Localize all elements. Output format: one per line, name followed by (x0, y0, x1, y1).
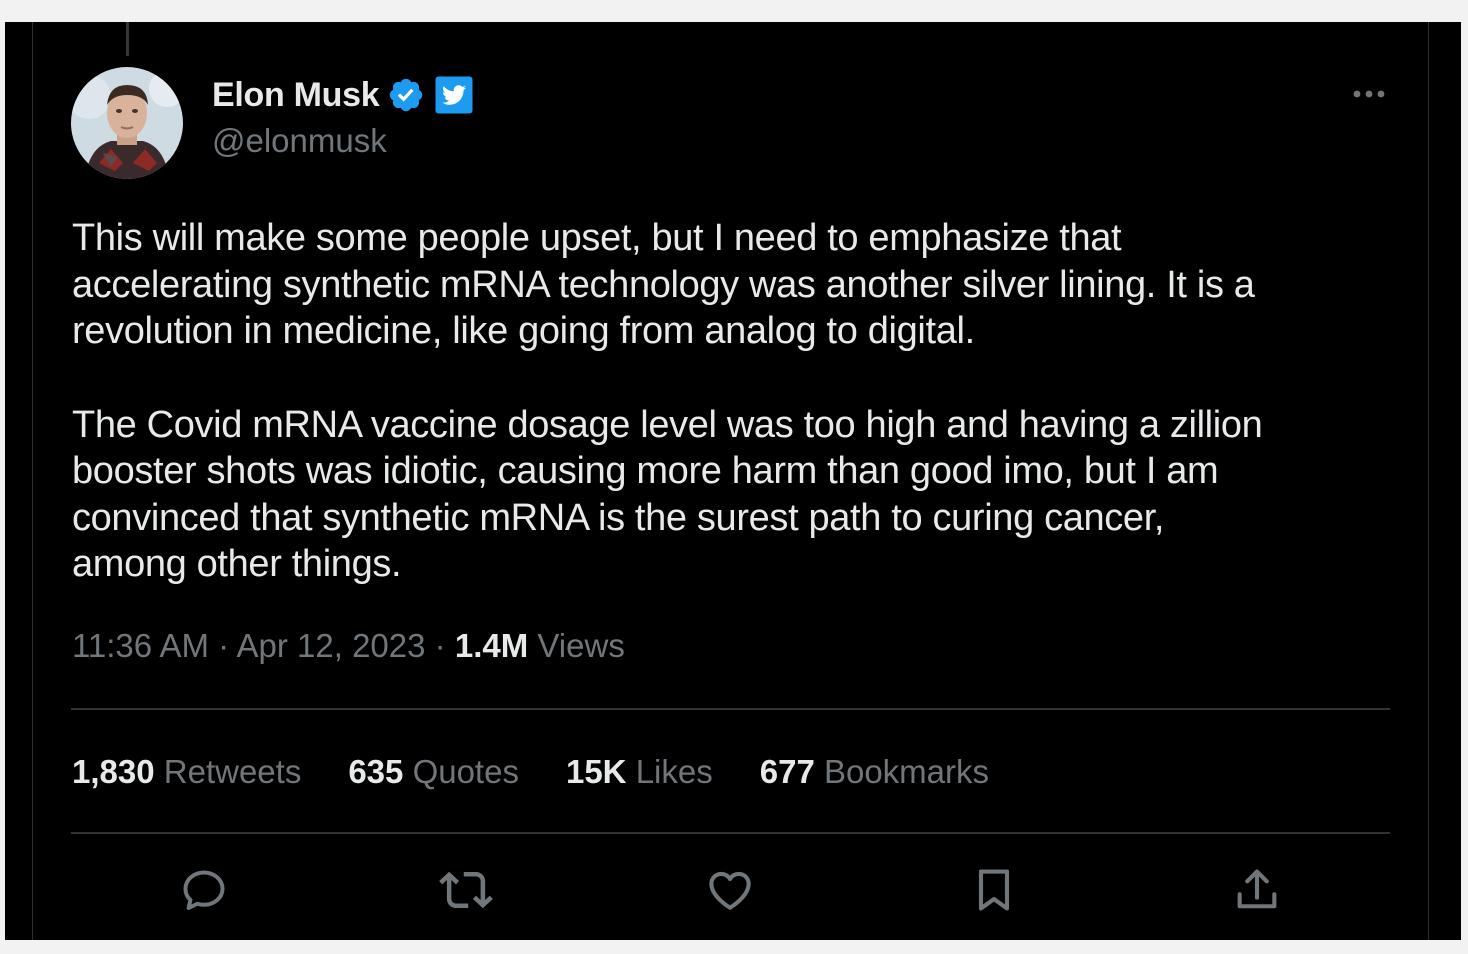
quotes-count: 635 (348, 753, 404, 790)
bookmarks-stat[interactable]: 677 Bookmarks (760, 753, 989, 791)
avatar-image (71, 67, 183, 179)
twitter-bird-icon[interactable] (435, 76, 473, 114)
retweets-stat[interactable]: 1,830 Retweets (72, 753, 301, 791)
share-icon (1237, 869, 1277, 909)
quotes-label: Quotes (412, 753, 519, 790)
likes-count: 15K (565, 753, 627, 790)
avatar[interactable] (71, 67, 183, 179)
share-button[interactable] (1229, 862, 1285, 918)
tweet-date[interactable]: Apr 12, 2023 (237, 627, 426, 664)
views-label: Views (537, 627, 625, 664)
retweets-label: Retweets (163, 753, 302, 790)
likes-stat[interactable]: 15K Likes (566, 753, 713, 791)
tweet-card: Elon Musk @elonmusk This will make some … (5, 22, 1461, 940)
retweet-button[interactable] (438, 862, 494, 918)
more-options-icon[interactable] (1349, 82, 1389, 106)
meta-separator: · (434, 627, 446, 664)
tweet-text: This will make some people upset, but I … (72, 215, 1392, 588)
author-name-row: Elon Musk (212, 74, 473, 116)
author-handle[interactable]: @elonmusk (212, 122, 387, 160)
tweet-time[interactable]: 11:36 AM (72, 627, 209, 664)
reply-button[interactable] (176, 862, 232, 918)
reply-icon (183, 870, 225, 910)
tweet-meta: 11:36 AM · Apr 12, 2023 · 1.4M Views (72, 627, 625, 665)
verified-badge-icon[interactable] (387, 76, 425, 114)
author-display-name[interactable]: Elon Musk (212, 76, 380, 115)
views-count: 1.4M (454, 627, 529, 664)
bookmark-icon (978, 869, 1010, 911)
like-button[interactable] (702, 862, 758, 918)
bookmark-button[interactable] (966, 862, 1022, 918)
quotes-stat[interactable]: 635 Quotes (348, 753, 519, 791)
column-border-left (32, 22, 33, 940)
meta-separator: · (218, 627, 230, 664)
tweet-paragraph: The Covid mRNA vaccine dosage level was … (72, 403, 1263, 586)
column-border-right (1428, 22, 1429, 940)
retweet-icon (439, 871, 493, 909)
likes-label: Likes (635, 753, 713, 790)
retweets-count: 1,830 (72, 753, 155, 790)
engagement-stats: 1,830 Retweets 635 Quotes 15K Likes 677 … (72, 753, 1036, 791)
bookmarks-count: 677 (759, 753, 815, 790)
thread-connector-line (126, 22, 129, 56)
tweet-paragraph: This will make some people upset, but I … (72, 217, 1255, 352)
divider (71, 832, 1390, 834)
divider (71, 708, 1390, 710)
like-icon (709, 871, 751, 910)
bookmarks-label: Bookmarks (823, 753, 990, 790)
